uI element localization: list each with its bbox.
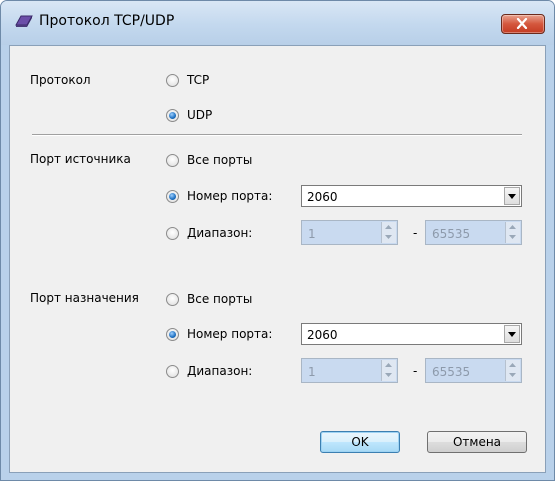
dest-range-label[interactable]: Диапазон: — [187, 364, 252, 378]
ok-button[interactable]: OK — [320, 431, 400, 453]
source-port-label: Порт источника — [30, 152, 131, 166]
dest-port-value: 2060 — [307, 328, 338, 342]
source-range-from-spinner[interactable]: 1 — [301, 220, 398, 245]
spin-down-icon[interactable] — [382, 370, 396, 380]
dest-range-separator: - — [413, 364, 418, 378]
source-all-ports-label[interactable]: Все порты — [187, 153, 252, 167]
dest-port-number-label[interactable]: Номер порта: — [187, 327, 272, 341]
dest-range-radio[interactable] — [166, 365, 179, 378]
radio-udp[interactable] — [166, 109, 179, 122]
dialog-window: Протокол TCP/UDP Протокол TCP UDP Порт и… — [0, 0, 555, 481]
dest-range-from-value: 1 — [308, 365, 316, 379]
spin-up-icon[interactable] — [506, 222, 520, 232]
source-port-combo[interactable]: 2060 — [301, 185, 522, 207]
spinner-buttons — [381, 360, 396, 381]
dest-range-to-value: 65535 — [432, 365, 471, 379]
title-bar[interactable]: Протокол TCP/UDP — [1, 1, 554, 45]
dest-port-label: Порт назначения — [30, 291, 139, 305]
source-range-label[interactable]: Диапазон: — [187, 226, 252, 240]
chevron-down-icon — [508, 332, 516, 337]
source-all-ports-radio[interactable] — [166, 154, 179, 167]
spin-up-icon[interactable] — [382, 222, 396, 232]
udp-label[interactable]: UDP — [187, 108, 212, 122]
close-icon — [516, 18, 528, 29]
chevron-down-icon — [508, 194, 516, 199]
source-range-to-spinner[interactable]: 65535 — [425, 220, 522, 245]
dest-port-combo[interactable]: 2060 — [301, 323, 522, 345]
source-range-from-value: 1 — [308, 227, 316, 241]
source-port-number-label[interactable]: Номер порта: — [187, 189, 272, 203]
dialog-body: Протокол TCP UDP Порт источника Все порт… — [9, 45, 546, 473]
dest-all-ports-radio[interactable] — [166, 293, 179, 306]
divider — [32, 134, 522, 136]
network-app-icon — [15, 13, 33, 29]
source-range-to-value: 65535 — [432, 227, 471, 241]
source-port-number-radio[interactable] — [166, 190, 179, 203]
spin-up-icon[interactable] — [506, 360, 520, 370]
source-port-value: 2060 — [307, 190, 338, 204]
spinner-buttons — [505, 360, 520, 381]
dest-port-number-radio[interactable] — [166, 328, 179, 341]
source-port-dropdown-button[interactable] — [504, 187, 520, 205]
dest-port-dropdown-button[interactable] — [504, 325, 520, 343]
spin-down-icon[interactable] — [382, 232, 396, 242]
source-range-radio[interactable] — [166, 227, 179, 240]
source-range-separator: - — [413, 226, 418, 240]
radio-tcp[interactable] — [166, 74, 179, 87]
cancel-button[interactable]: Отмена — [427, 431, 527, 453]
window-title: Протокол TCP/UDP — [39, 13, 175, 29]
dest-all-ports-label[interactable]: Все порты — [187, 292, 252, 306]
spinner-buttons — [505, 222, 520, 243]
spin-down-icon[interactable] — [506, 232, 520, 242]
spinner-buttons — [381, 222, 396, 243]
protocol-label: Протокол — [30, 73, 91, 87]
tcp-label[interactable]: TCP — [187, 73, 209, 87]
dest-range-from-spinner[interactable]: 1 — [301, 358, 398, 383]
spin-down-icon[interactable] — [506, 370, 520, 380]
close-button[interactable] — [501, 14, 545, 34]
spin-up-icon[interactable] — [382, 360, 396, 370]
dest-range-to-spinner[interactable]: 65535 — [425, 358, 522, 383]
